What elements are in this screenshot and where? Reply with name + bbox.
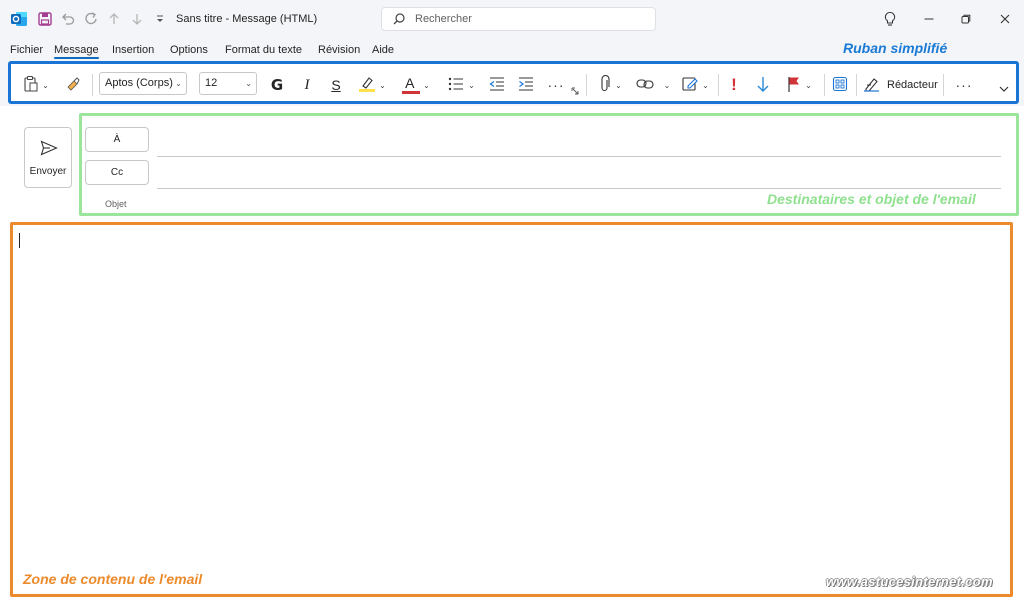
restore-icon[interactable] (954, 8, 978, 30)
highlight-button[interactable]: ⌄ (352, 73, 392, 97)
chevron-down-icon: ⌄ (663, 80, 671, 90)
attach-file-button[interactable]: ⌄ (594, 73, 626, 97)
menu-format-du-texte[interactable]: Format du texte (225, 44, 302, 56)
signature-icon (681, 75, 699, 96)
to-button[interactable]: À (85, 127, 149, 152)
search-box[interactable]: Rechercher (381, 7, 656, 31)
increase-indent-button[interactable] (516, 73, 536, 97)
format-painter-button[interactable] (63, 73, 83, 97)
font-family-select[interactable]: Aptos (Corps) ⌄ (99, 72, 187, 95)
chevron-down-icon: ⌄ (615, 80, 622, 90)
more-options-button[interactable]: ··· (952, 73, 976, 97)
lightbulb-icon[interactable] (878, 8, 902, 30)
menu-fichier[interactable]: Fichier (10, 44, 43, 56)
arrow-down-icon[interactable] (127, 9, 147, 29)
close-icon[interactable] (993, 8, 1017, 30)
chevron-down-icon: ⌄ (175, 79, 182, 88)
decrease-indent-button[interactable] (487, 73, 507, 97)
high-importance-button[interactable]: ! (727, 73, 741, 97)
ribbon-divider (856, 74, 857, 96)
simplified-ribbon: ⌄ Aptos (Corps) ⌄ 12 ⌄ G I S ⌄ A ⌄ ⌄ ···… (8, 61, 1019, 104)
ribbon-divider (943, 74, 944, 96)
send-button[interactable]: Envoyer (24, 127, 72, 188)
save-icon[interactable] (35, 9, 55, 29)
minimize-icon[interactable] (917, 8, 941, 30)
chevron-down-icon: ⌄ (468, 80, 475, 90)
ribbon-divider (824, 74, 825, 96)
link-button[interactable]: ⌄ (633, 73, 673, 97)
annotation-recipients: Destinataires et objet de l'email (767, 191, 976, 207)
editor-label: Rédacteur (887, 79, 938, 91)
title-bar: Sans titre - Message (HTML) Rechercher (0, 0, 1024, 40)
more-formatting-button[interactable]: ··· (543, 73, 569, 97)
clipboard-icon (23, 75, 39, 96)
ribbon-divider (586, 74, 587, 96)
cc-field[interactable] (157, 188, 1001, 189)
annotation-ribbon: Ruban simplifié (843, 40, 948, 56)
font-color-letter: A (405, 75, 415, 91)
arrow-up-icon[interactable] (104, 9, 124, 29)
font-color-swatch (402, 91, 421, 94)
menu-revision[interactable]: Révision (318, 44, 360, 56)
chevron-down-icon: ⌄ (423, 80, 430, 90)
bullets-button[interactable]: ⌄ (441, 73, 481, 97)
subject-label: Objet (105, 199, 127, 209)
apps-grid-icon (832, 76, 848, 95)
expand-ribbon-button[interactable] (996, 78, 1012, 102)
italic-button[interactable]: I (297, 73, 317, 97)
window-title: Sans titre - Message (HTML) (176, 13, 318, 25)
send-icon (40, 140, 58, 159)
font-size-select[interactable]: 12 ⌄ (199, 72, 257, 95)
apps-button[interactable] (829, 73, 851, 97)
undo-icon[interactable] (58, 9, 78, 29)
watermark: www.astucesinternet.com (826, 574, 993, 589)
ribbon-divider (92, 74, 93, 96)
chevron-down-icon: ⌄ (805, 80, 812, 90)
cc-button[interactable]: Cc (85, 160, 149, 185)
font-color-button[interactable]: A ⌄ (396, 73, 436, 97)
chevron-down-icon: ⌄ (245, 79, 252, 88)
chevron-down-icon: ⌄ (379, 80, 386, 90)
bold-button[interactable]: G (267, 73, 287, 97)
message-body[interactable] (10, 222, 1013, 597)
editor-button[interactable]: Rédacteur (863, 73, 941, 97)
send-label: Envoyer (29, 166, 67, 177)
flag-icon (786, 75, 802, 96)
low-importance-button[interactable] (753, 73, 773, 97)
menu-aide[interactable]: Aide (372, 44, 394, 56)
search-placeholder: Rechercher (415, 13, 472, 25)
underline-button[interactable]: S (326, 73, 346, 97)
decrease-indent-icon (488, 76, 506, 95)
link-icon (636, 78, 654, 93)
editor-pen-icon (863, 76, 881, 95)
arrow-down-icon (756, 75, 770, 96)
bullet-list-icon (447, 76, 465, 95)
follow-up-flag-button[interactable]: ⌄ (781, 73, 817, 97)
menu-insertion[interactable]: Insertion (112, 44, 154, 56)
chevron-down-icon: ⌄ (42, 80, 49, 90)
annotation-body: Zone de contenu de l'email (23, 571, 203, 587)
font-family-value: Aptos (Corps) (105, 77, 173, 89)
highlighter-icon (358, 75, 376, 96)
paperclip-icon (598, 74, 612, 96)
paintbrush-icon (65, 76, 81, 95)
chevron-down-icon: ⌄ (702, 80, 709, 90)
font-color-icon: A (402, 75, 421, 95)
dialog-launcher-icon[interactable] (570, 86, 580, 96)
redo-icon[interactable] (81, 9, 101, 29)
text-cursor (19, 233, 20, 248)
menu-message[interactable]: Message (54, 44, 99, 59)
chevron-down-icon (999, 84, 1009, 96)
font-size-value: 12 (205, 77, 218, 89)
to-field[interactable] (157, 156, 1001, 157)
menu-options[interactable]: Options (170, 44, 208, 56)
search-icon (392, 12, 406, 29)
ribbon-divider (718, 74, 719, 96)
signature-button[interactable]: ⌄ (679, 73, 711, 97)
increase-indent-icon (517, 76, 535, 95)
paste-button[interactable]: ⌄ (19, 73, 53, 97)
outlook-logo-icon (9, 9, 29, 29)
customize-toolbar-icon[interactable] (150, 9, 170, 29)
